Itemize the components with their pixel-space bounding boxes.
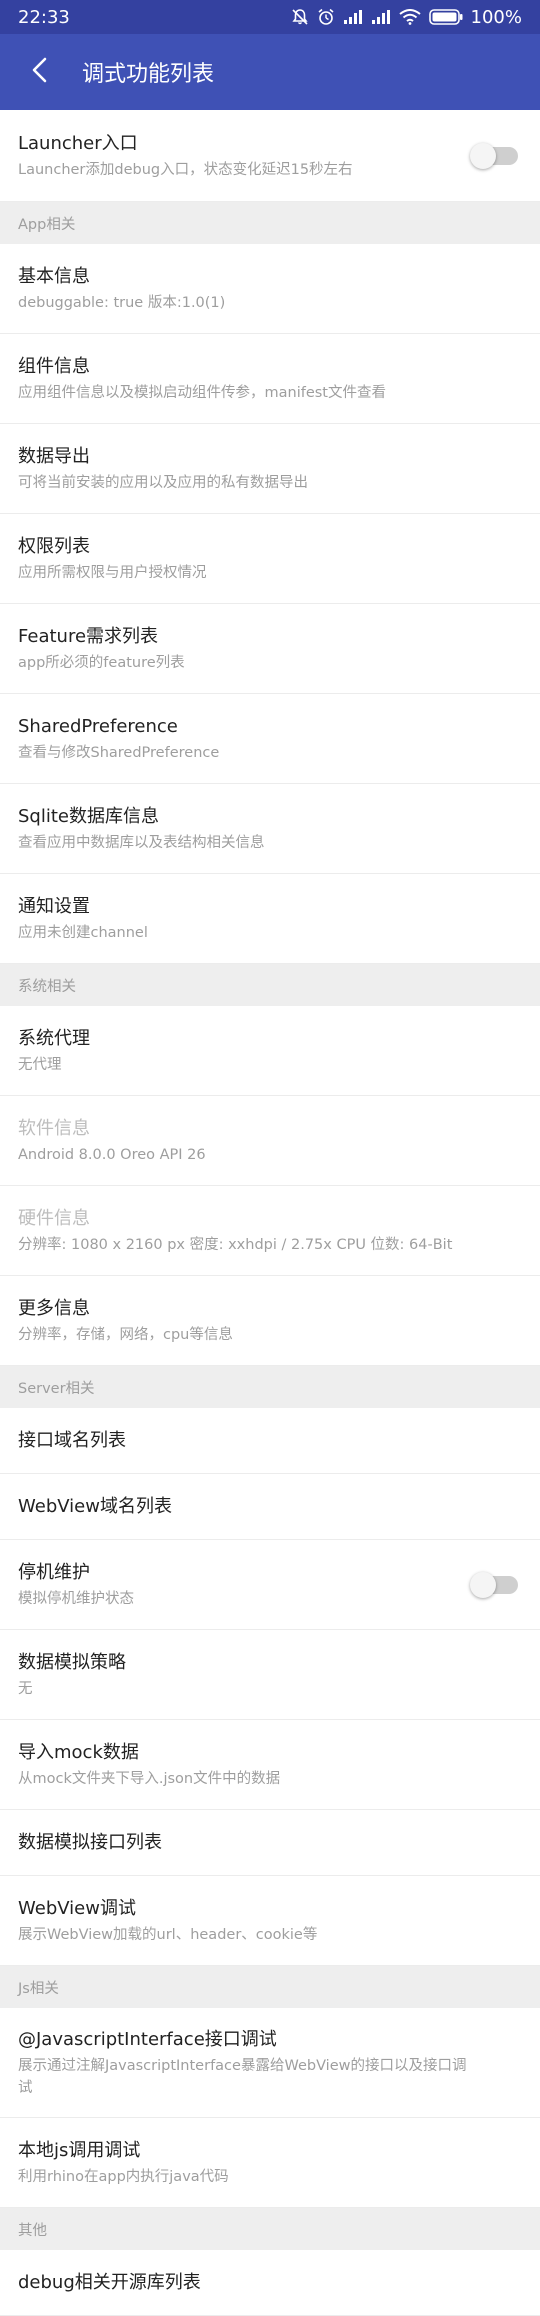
item-title: 硬件信息 [18,1207,90,1229]
item-title: Sqlite数据库信息 [18,805,159,827]
other-item-open-source[interactable]: debug相关开源库列表 [0,2250,540,2316]
js-item-interface-debug[interactable]: @JavascriptInterface接口调试 展示通过注解Javascrip… [0,2008,540,2118]
status-icons: 100% [291,7,522,28]
server-item-webview-domains[interactable]: WebView域名列表 [0,1474,540,1540]
item-subtitle: 无代理 [18,1056,62,1073]
page-title: 调式功能列表 [82,62,215,87]
item-title: 数据模拟策略 [18,1651,126,1673]
app-bar: 调式功能列表 [0,34,540,110]
item-subtitle: 模拟停机维护状态 [18,1590,134,1607]
item-subtitle-line2: 试 [18,2079,33,2096]
item-title: 系统代理 [18,1027,90,1049]
item-title: Feature需求列表 [18,625,159,647]
system-item-proxy[interactable]: 系统代理 无代理 [0,1006,540,1096]
item-title: Launcher入口 [18,132,138,154]
section-header-js: Js相关 [0,1966,540,2008]
server-item-webview-debug[interactable]: WebView调试 展示WebView加载的url、header、cookie等 [0,1876,540,1966]
settings-list: Launcher入口 Launcher添加debug入口，状态变化延迟15秒左右… [0,110,540,2316]
item-subtitle: app所必须的feature列表 [18,654,185,671]
server-item-mock-strategy[interactable]: 数据模拟策略 无 [0,1630,540,1720]
item-title: debug相关开源库列表 [18,2271,201,2293]
item-subtitle: 分辨率，存储，网络，cpu等信息 [18,1326,233,1343]
back-button[interactable] [20,52,60,92]
section-header-app: App相关 [0,202,540,244]
item-subtitle: 展示WebView加载的url、header、cookie等 [18,1926,318,1943]
app-item-permissions[interactable]: 权限列表 应用所需权限与用户授权情况 [0,514,540,604]
battery-percent: 100% [470,6,522,28]
item-subtitle: Launcher添加debug入口，状态变化延迟15秒左右 [18,161,353,178]
launcher-entry-item[interactable]: Launcher入口 Launcher添加debug入口，状态变化延迟15秒左右 [0,110,540,202]
item-title: 本地js调用调试 [18,2139,141,2161]
item-subtitle: 应用所需权限与用户授权情况 [18,564,207,581]
js-item-local-js[interactable]: 本地js调用调试 利用rhino在app内执行java代码 [0,2118,540,2208]
item-title: 组件信息 [18,355,90,377]
item-title: SharedPreference [18,715,178,737]
app-item-data-export[interactable]: 数据导出 可将当前安装的应用以及应用的私有数据导出 [0,424,540,514]
item-title: WebView域名列表 [18,1495,172,1517]
item-subtitle: debuggable: true 版本:1.0(1) [18,294,226,311]
server-item-api-domains[interactable]: 接口域名列表 [0,1408,540,1474]
status-time: 22:33 [18,6,70,28]
app-item-features[interactable]: Feature需求列表 app所必须的feature列表 [0,604,540,694]
item-title: @JavascriptInterface接口调试 [18,2028,277,2050]
item-title: 接口域名列表 [18,1429,126,1451]
item-subtitle: 查看应用中数据库以及表结构相关信息 [18,834,265,851]
item-title: 权限列表 [18,535,90,557]
item-title: 数据模拟接口列表 [18,1831,162,1853]
toggle-knob [470,142,496,169]
item-subtitle: 应用未创建channel [18,924,148,941]
server-item-import-mock[interactable]: 导入mock数据 从mock文件夹下导入.json文件中的数据 [0,1720,540,1810]
battery-icon [428,8,463,26]
item-subtitle: 利用rhino在app内执行java代码 [18,2168,229,2185]
signal-icon [371,9,391,25]
alarm-icon [317,8,335,26]
status-bar: 22:33 100% [0,0,540,34]
item-subtitle: 可将当前安装的应用以及应用的私有数据导出 [18,474,308,491]
item-subtitle: 查看与修改SharedPreference [18,744,220,761]
item-title: 停机维护 [18,1561,90,1583]
system-item-software: 软件信息 Android 8.0.0 Oreo API 26 [0,1096,540,1186]
item-title: 通知设置 [18,895,90,917]
maintenance-toggle[interactable] [470,1571,518,1598]
muted-bell-icon [291,8,309,26]
section-header-system: 系统相关 [0,964,540,1006]
item-title: 数据导出 [18,445,90,467]
system-item-hardware: 硬件信息 分辨率: 1080 x 2160 px 密度: xxhdpi / 2.… [0,1186,540,1276]
app-item-sqlite[interactable]: Sqlite数据库信息 查看应用中数据库以及表结构相关信息 [0,784,540,874]
app-item-basic-info[interactable]: 基本信息 debuggable: true 版本:1.0(1) [0,244,540,334]
app-item-shared-preference[interactable]: SharedPreference 查看与修改SharedPreference [0,694,540,784]
toggle-knob [470,1571,496,1598]
item-subtitle: 从mock文件夹下导入.json文件中的数据 [18,1770,281,1787]
app-item-notification[interactable]: 通知设置 应用未创建channel [0,874,540,964]
server-item-maintenance[interactable]: 停机维护 模拟停机维护状态 [0,1540,540,1630]
launcher-toggle[interactable] [470,142,518,169]
section-header-server: Server相关 [0,1366,540,1408]
wifi-icon [398,9,421,25]
app-item-component-info[interactable]: 组件信息 应用组件信息以及模拟启动组件传参，manifest文件查看 [0,334,540,424]
item-title: WebView调试 [18,1897,136,1919]
back-arrow-icon [31,57,49,87]
item-title: 导入mock数据 [18,1741,139,1763]
item-subtitle: Android 8.0.0 Oreo API 26 [18,1146,206,1163]
item-subtitle: 分辨率: 1080 x 2160 px 密度: xxhdpi / 2.75x C… [18,1236,453,1253]
item-subtitle: 应用组件信息以及模拟启动组件传参，manifest文件查看 [18,384,386,401]
item-title: 软件信息 [18,1117,90,1139]
item-subtitle-line1: 展示通过注解JavascriptInterface暴露给WebView的接口以及… [18,2057,467,2074]
server-item-mock-api-list[interactable]: 数据模拟接口列表 [0,1810,540,1876]
section-header-other: 其他 [0,2208,540,2250]
item-title: 基本信息 [18,265,90,287]
item-subtitle: 无 [18,1680,33,1697]
system-item-more-info[interactable]: 更多信息 分辨率，存储，网络，cpu等信息 [0,1276,540,1366]
signal-icon [343,9,363,25]
item-title: 更多信息 [18,1297,90,1319]
